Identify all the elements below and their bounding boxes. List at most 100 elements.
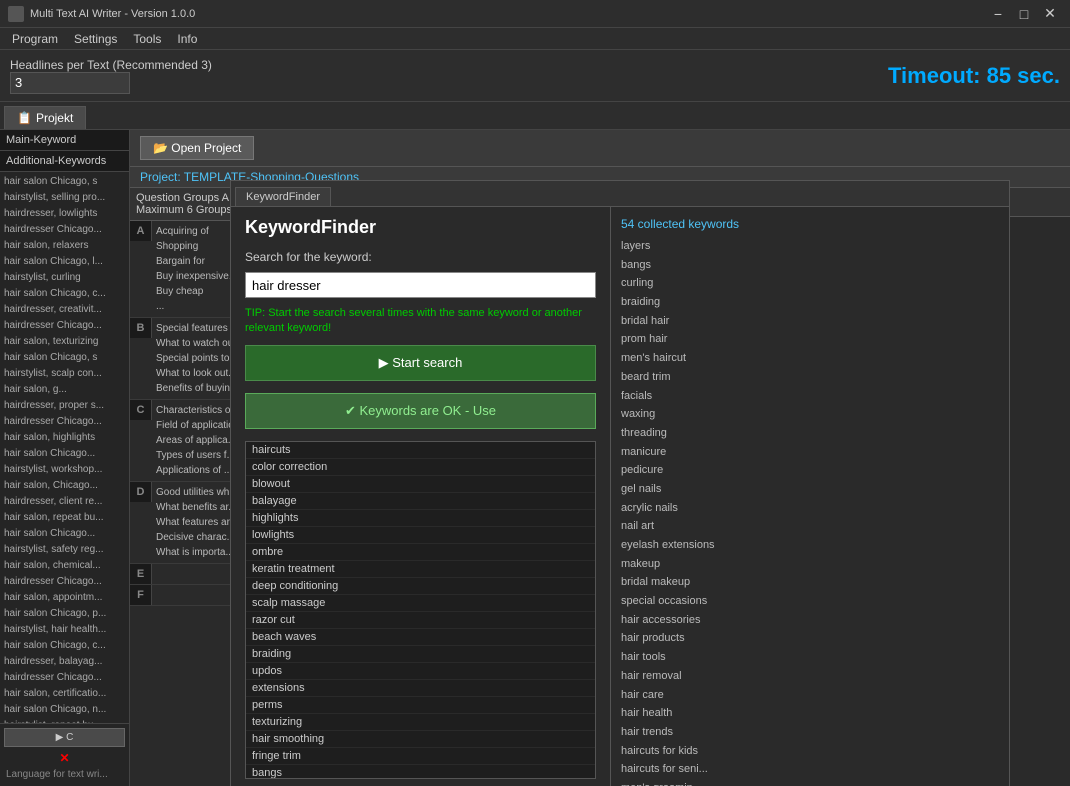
list-item: hairdresser Chicago... [2, 318, 127, 334]
list-item: ombre [246, 544, 595, 561]
list-item: hair smoothing [246, 731, 595, 748]
list-item: haircuts for kids [621, 742, 999, 761]
list-item: acrylic nails [621, 499, 999, 518]
language-label: Language for text wri... [4, 767, 125, 782]
tab-projekt[interactable]: 📋 Projekt [4, 106, 86, 129]
list-item: curling [621, 274, 999, 293]
list-item: hairstylist, safety reg... [2, 542, 127, 558]
list-item: men's haircut [621, 349, 999, 368]
list-item: hairdresser, client re... [2, 494, 127, 510]
list-item: hair health [621, 704, 999, 723]
list-item: perms [246, 697, 595, 714]
list-item: hair products [621, 629, 999, 648]
list-item: bangs [246, 765, 595, 779]
list-item: prom hair [621, 330, 999, 349]
list-item: hair salon, certificatio... [2, 686, 127, 702]
group-label-d: D [130, 482, 152, 502]
group-label-f: F [130, 585, 152, 605]
kw-tip: TIP: Start the search several times with… [245, 306, 596, 337]
menu-tools[interactable]: Tools [125, 30, 169, 48]
group-label-c: C [130, 400, 152, 420]
menu-bar: Program Settings Tools Info [0, 28, 1070, 50]
kw-finder-left: KeywordFinder Search for the keyword: TI… [231, 207, 611, 786]
list-item: hair salon Chicago, s [2, 350, 127, 366]
main-keyword-label: Main-Keyword [0, 130, 129, 151]
list-item: keratin treatment [246, 561, 595, 578]
kw-start-button[interactable]: ▶ Start search [245, 345, 596, 381]
title-bar: Multi Text AI Writer - Version 1.0.0 − □… [0, 0, 1070, 28]
list-item: makeup [621, 555, 999, 574]
open-project-button[interactable]: 📂 Open Project [140, 136, 254, 160]
group-label-b: B [130, 318, 152, 338]
list-item: special occasions [621, 592, 999, 611]
menu-info[interactable]: Info [169, 30, 205, 48]
menu-settings[interactable]: Settings [66, 30, 125, 48]
title-bar-controls: − □ ✕ [986, 5, 1062, 23]
list-item: bangs [621, 256, 999, 275]
group-label-a: A [130, 221, 152, 241]
list-item: updos [246, 663, 595, 680]
tab-bar: 📋 Projekt [0, 102, 1070, 130]
list-item: hair salon Chicago, s [2, 174, 127, 190]
list-item: haircuts for seni... [621, 760, 999, 779]
title-bar-text: Multi Text AI Writer - Version 1.0.0 [30, 8, 986, 20]
list-item: hairstylist, hair health... [2, 622, 127, 638]
open-project-bar: 📂 Open Project [130, 130, 1070, 167]
menu-program[interactable]: Program [4, 30, 66, 48]
additional-keywords-label: Additional-Keywords [0, 151, 129, 172]
list-item: manicure [621, 443, 999, 462]
list-item: hair tools [621, 648, 999, 667]
keyword-list: hair salon Chicago, s hairstylist, selli… [0, 172, 129, 723]
list-item: braiding [621, 293, 999, 312]
list-item: gel nails [621, 480, 999, 499]
modal-tab-keywordfinder[interactable]: KeywordFinder [235, 187, 331, 206]
list-item: hair salon Chicago, c... [2, 638, 127, 654]
list-item: hair salon Chicago, l... [2, 254, 127, 270]
list-item: hairdresser Chicago... [2, 222, 127, 238]
list-item: hair salon, relaxers [2, 238, 127, 254]
list-item: bridal hair [621, 312, 999, 331]
list-item: texturizing [246, 714, 595, 731]
list-item: men's groomin... [621, 779, 999, 786]
list-item: balayage [246, 493, 595, 510]
list-item: hair salon, appointm... [2, 590, 127, 606]
list-item: hairdresser, balayag... [2, 654, 127, 670]
list-item: hair salon Chicago, c... [2, 286, 127, 302]
minimize-button[interactable]: − [986, 5, 1010, 23]
list-item: scalp massage [246, 595, 595, 612]
list-item: braiding [246, 646, 595, 663]
list-item: hairdresser, lowlights [2, 206, 127, 222]
list-item: hair accessories [621, 611, 999, 630]
list-item: hair salon, chemical... [2, 558, 127, 574]
list-item: extensions [246, 680, 595, 697]
list-item: hairstylist, scalp con... [2, 366, 127, 382]
list-item: eyelash extensions [621, 536, 999, 555]
maximize-button[interactable]: □ [1012, 5, 1036, 23]
headlines-input[interactable] [10, 72, 130, 94]
close-button[interactable]: ✕ [1038, 5, 1062, 23]
list-item: hairdresser Chicago... [2, 414, 127, 430]
list-item: hairdresser, creativit... [2, 302, 127, 318]
list-item: hair salon, texturizing [2, 334, 127, 350]
list-item: hairstylist, curling [2, 270, 127, 286]
timeout-text: Timeout: 85 sec. [888, 63, 1060, 89]
list-item: nail art [621, 517, 999, 536]
list-item: threading [621, 424, 999, 443]
left-sidebar: Main-Keyword Additional-Keywords hair sa… [0, 130, 130, 786]
list-item: pedicure [621, 461, 999, 480]
list-item: hair salon, Chicago... [2, 478, 127, 494]
list-item: hair removal [621, 667, 999, 686]
kw-search-input[interactable] [245, 272, 596, 298]
kw-list-container: haircuts color correction blowout balaya… [245, 441, 596, 779]
list-item: hairstylist, workshop... [2, 462, 127, 478]
list-item: hair salon Chicago, n... [2, 702, 127, 718]
list-item: hair salon Chicago... [2, 446, 127, 462]
list-item: hair care [621, 686, 999, 705]
list-item: hairdresser Chicago... [2, 670, 127, 686]
app-icon [8, 6, 24, 22]
list-item: beach waves [246, 629, 595, 646]
list-item: hair salon Chicago... [2, 526, 127, 542]
kw-ok-button[interactable]: ✔ Keywords are OK - Use [245, 393, 596, 429]
generate-button[interactable]: ▶ C [4, 728, 125, 747]
list-item: layers [621, 237, 999, 256]
